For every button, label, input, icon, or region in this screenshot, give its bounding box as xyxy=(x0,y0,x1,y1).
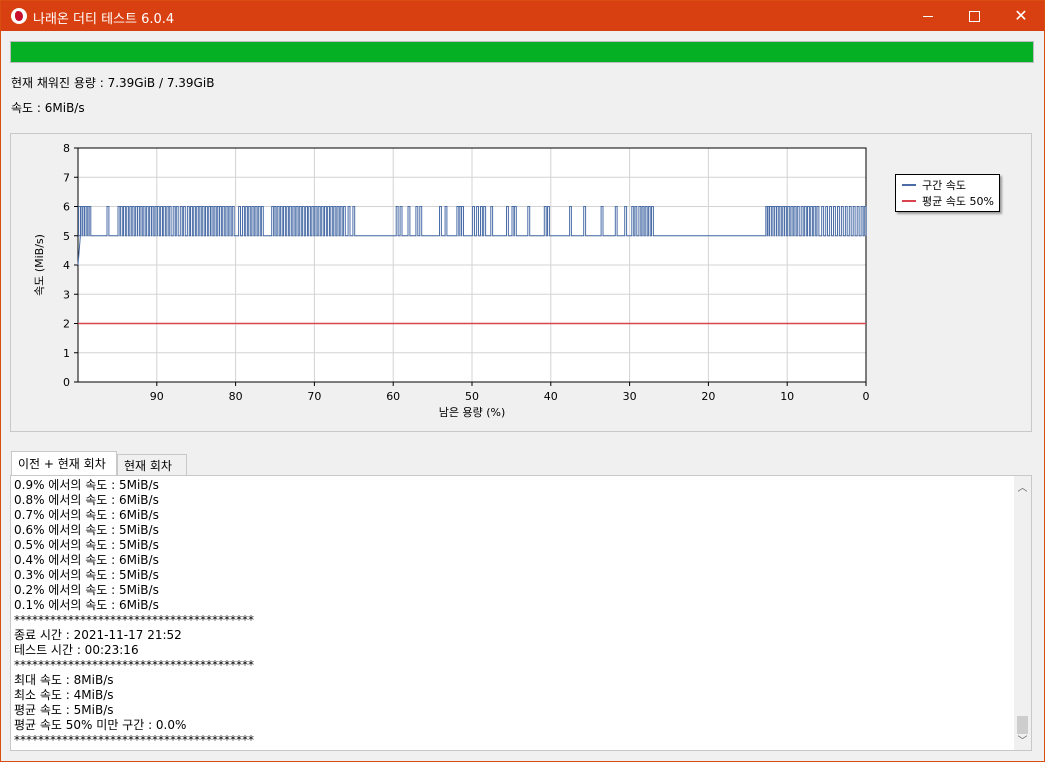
log-line: 최소 속도 : 4MiB/s xyxy=(14,688,114,702)
close-button[interactable]: ✕ xyxy=(998,1,1044,31)
maximize-icon xyxy=(968,10,980,22)
x-tick-label: 60 xyxy=(386,390,400,403)
log-line: 0.7% 에서의 속도 : 6MiB/s xyxy=(14,508,159,522)
maximize-button[interactable] xyxy=(951,1,997,31)
log-line: 0.6% 에서의 속도 : 5MiB/s xyxy=(14,523,159,537)
tab-all-rounds[interactable]: 이전 + 현재 회차 xyxy=(11,451,117,475)
title-bar[interactable]: 나래온 더티 테스트 6.0.4 ✕ xyxy=(1,1,1044,31)
y-tick-label: 7 xyxy=(63,171,70,184)
close-icon: ✕ xyxy=(1014,6,1028,25)
progress-fill xyxy=(11,42,1033,62)
log-line: 0.3% 에서의 속도 : 5MiB/s xyxy=(14,568,159,582)
log-line: 0.8% 에서의 속도 : 6MiB/s xyxy=(14,493,159,507)
log-lines: 0.9% 에서의 속도 : 5MiB/s 0.8% 에서의 속도 : 6MiB/s… xyxy=(14,478,254,748)
log-line: 0.5% 에서의 속도 : 5MiB/s xyxy=(14,538,159,552)
x-tick-label: 20 xyxy=(701,390,715,403)
x-tick-label: 30 xyxy=(623,390,637,403)
tab-current-round[interactable]: 현재 회차 xyxy=(117,454,187,475)
log-line: 0.1% 에서의 속도 : 6MiB/s xyxy=(14,598,159,612)
minimize-button[interactable] xyxy=(905,1,951,31)
chevron-up-icon: ︿ xyxy=(1017,483,1028,494)
app-logo-icon xyxy=(11,8,27,24)
legend-item-average-speed: 평균 속도 50% xyxy=(902,194,994,208)
y-tick-label: 3 xyxy=(63,288,70,301)
x-axis-label: 남은 용량 (%) xyxy=(439,406,506,419)
log-line: 테스트 시간 : 00:23:16 xyxy=(14,643,139,657)
y-tick-label: 8 xyxy=(63,142,70,155)
log-line: **************************************** xyxy=(14,613,254,627)
log-line: 평균 속도 50% 미만 구간 : 0.0% xyxy=(14,718,187,732)
chart-legend: 구간 속도 평균 속도 50% xyxy=(895,174,1000,212)
legend-label-interval-speed: 구간 속도 xyxy=(922,179,966,192)
speed-chart: 90 80 70 60 50 40 30 20 10 0 0 1 2 3 4 5 6 7 8 남은 용량 (%) 속도 … xyxy=(33,142,870,419)
y-axis-label: 속도 (MiB/s) xyxy=(33,234,46,296)
y-tick-label: 2 xyxy=(63,318,70,331)
filled-capacity-text: 현재 채워진 용량 : 7.39GiB / 7.39GiB xyxy=(11,76,215,90)
x-tick-label: 80 xyxy=(229,390,243,403)
y-tick-label: 6 xyxy=(63,201,70,214)
app-window: 나래온 더티 테스트 6.0.4 ✕ 현재 채워진 용량 : 7.39GiB /… xyxy=(0,0,1045,762)
scroll-down-button[interactable]: ﹀ xyxy=(1014,731,1031,748)
scroll-up-button[interactable]: ︿ xyxy=(1014,478,1031,495)
minimize-icon xyxy=(923,15,933,17)
legend-item-interval-speed: 구간 속도 xyxy=(902,178,966,192)
vertical-scrollbar[interactable]: ︿ ﹀ xyxy=(1014,476,1031,750)
x-tick-label: 10 xyxy=(780,390,794,403)
chevron-down-icon: ﹀ xyxy=(1017,736,1028,747)
log-line: 최대 속도 : 8MiB/s xyxy=(14,673,114,687)
speed-chart-panel: 90 80 70 60 50 40 30 20 10 0 0 1 2 3 4 5 6 7 8 남은 용량 (%) 속도 … xyxy=(10,133,1032,432)
log-line: 평균 속도 : 5MiB/s xyxy=(14,703,114,717)
progress-bar xyxy=(10,41,1034,63)
x-tick-label: 0 xyxy=(863,390,870,403)
legend-swatch-average-speed xyxy=(902,200,916,202)
log-line: 0.2% 에서의 속도 : 5MiB/s xyxy=(14,583,159,597)
window-title: 나래온 더티 테스트 6.0.4 xyxy=(33,12,175,27)
y-tick-label: 1 xyxy=(63,347,70,360)
x-tick-label: 50 xyxy=(465,390,479,403)
y-tick-label: 5 xyxy=(63,230,70,243)
log-line: **************************************** xyxy=(14,658,254,672)
speed-text: 속도 : 6MiB/s xyxy=(11,101,85,115)
legend-label-average-speed: 평균 속도 50% xyxy=(922,195,994,208)
x-tick-label: 90 xyxy=(150,390,164,403)
log-text-area[interactable]: 0.9% 에서의 속도 : 5MiB/s 0.8% 에서의 속도 : 6MiB/s… xyxy=(10,475,1032,751)
log-line: **************************************** xyxy=(14,733,254,747)
x-tick-label: 70 xyxy=(307,390,321,403)
log-line: 0.4% 에서의 속도 : 6MiB/s xyxy=(14,553,159,567)
x-tick-label: 40 xyxy=(544,390,558,403)
y-tick-label: 4 xyxy=(63,259,70,272)
log-line: 종료 시간 : 2021-11-17 21:52 xyxy=(14,628,182,642)
log-line: 0.9% 에서의 속도 : 5MiB/s xyxy=(14,478,159,492)
legend-swatch-interval-speed xyxy=(902,184,916,186)
y-tick-label: 0 xyxy=(63,376,70,389)
